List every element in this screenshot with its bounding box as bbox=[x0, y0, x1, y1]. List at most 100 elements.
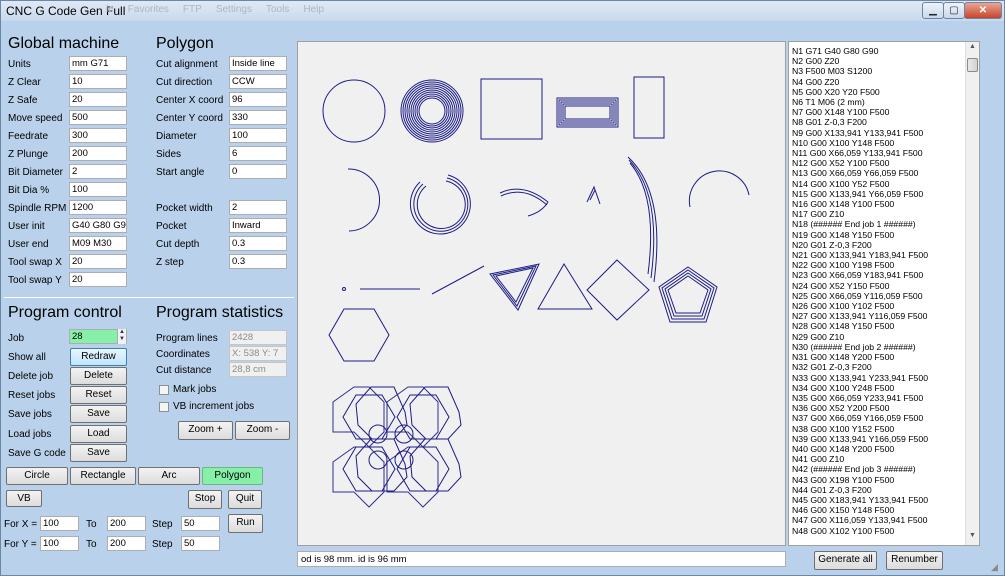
tab-circle[interactable]: Circle bbox=[6, 467, 68, 485]
gcode-line[interactable]: N29 G00 Z10 bbox=[792, 332, 966, 342]
gcode-line[interactable]: N28 G00 X148 Y150 F500 bbox=[792, 321, 966, 331]
scroll-up-icon[interactable]: ▲ bbox=[966, 43, 979, 55]
gcode-line[interactable]: N39 G00 X133,941 Y166,059 F500 bbox=[792, 434, 966, 444]
z-plunge-field[interactable]: 200 bbox=[69, 146, 127, 161]
menu-item[interactable]: le bbox=[106, 4, 114, 15]
tab-rectangle[interactable]: Rectangle bbox=[70, 467, 136, 485]
for-x-from-field[interactable]: 100 bbox=[40, 516, 79, 531]
z-safe-field[interactable]: 20 bbox=[69, 92, 127, 107]
gcode-line[interactable]: N46 G00 X150 Y148 F500 bbox=[792, 505, 966, 515]
gcode-line[interactable]: N23 G00 X66,059 Y183,941 F500 bbox=[792, 270, 966, 280]
gcode-listbox[interactable]: N1 G71 G40 G80 G90 N2 G00 Z20 N3 F500 M03 … bbox=[788, 41, 980, 546]
quit-button[interactable]: Quit bbox=[228, 490, 262, 509]
vb-button[interactable]: VB bbox=[6, 490, 42, 507]
gcode-line[interactable]: N35 G00 X66,059 Y233,941 F500 bbox=[792, 393, 966, 403]
tab-arc[interactable]: Arc bbox=[138, 467, 200, 485]
gcode-line[interactable]: N27 G00 X133,941 Y116,059 F500 bbox=[792, 311, 966, 321]
feedrate-field[interactable]: 300 bbox=[69, 128, 127, 143]
gcode-line[interactable]: N34 G00 X100 Y248 F500 bbox=[792, 383, 966, 393]
sides-field[interactable]: 6 bbox=[229, 146, 287, 161]
close-button[interactable]: ✕ bbox=[964, 2, 1002, 19]
minimize-button[interactable]: ▁ bbox=[922, 2, 944, 19]
gcode-line[interactable]: N8 G01 Z-0,3 F200 bbox=[792, 117, 966, 127]
tool-swap-y-field[interactable]: 20 bbox=[69, 272, 127, 287]
menu-item[interactable]: Settings bbox=[216, 4, 252, 15]
stop-button[interactable]: Stop bbox=[188, 490, 222, 509]
gcode-line[interactable]: N32 G01 Z-0,3 F200 bbox=[792, 362, 966, 372]
gcode-line[interactable]: N48 G00 X102 Y100 F500 bbox=[792, 526, 966, 536]
status-field[interactable]: od is 98 mm. id is 96 mm bbox=[297, 551, 786, 567]
gcode-line[interactable]: N30 (###### End job 2 ######) bbox=[792, 342, 966, 352]
gcode-line[interactable]: N3 F500 M03 S1200 bbox=[792, 66, 966, 76]
cut-depth-field[interactable]: 0.3 bbox=[229, 236, 287, 251]
user-init-field[interactable]: G40 G80 G90 bbox=[69, 218, 127, 233]
cut-alignment-field[interactable]: Inside line bbox=[229, 56, 287, 71]
pocket-width-field[interactable]: 2 bbox=[229, 200, 287, 215]
gcode-line[interactable]: N41 G00 Z10 bbox=[792, 454, 966, 464]
gcode-line[interactable]: N37 G00 X66,059 Y166,059 F500 bbox=[792, 413, 966, 423]
scroll-thumb[interactable] bbox=[967, 58, 978, 72]
gcode-line[interactable]: N17 G00 Z10 bbox=[792, 209, 966, 219]
gcode-line[interactable]: N26 G00 X100 Y102 F500 bbox=[792, 301, 966, 311]
gcode-line[interactable]: N20 G01 Z-0,3 F200 bbox=[792, 240, 966, 250]
gcode-scrollbar[interactable]: ▲ ▼ bbox=[965, 42, 979, 545]
gcode-line[interactable]: N18 (###### End job 1 ######) bbox=[792, 219, 966, 229]
move-speed-field[interactable]: 500 bbox=[69, 110, 127, 125]
run-button[interactable]: Run bbox=[228, 514, 263, 533]
gcode-line[interactable]: N44 G01 Z-0,3 F200 bbox=[792, 485, 966, 495]
cut-direction-field[interactable]: CCW bbox=[229, 74, 287, 89]
job-stepper-arrows[interactable]: ▲ ▼ bbox=[117, 329, 126, 344]
zoom-in-button[interactable]: Zoom + bbox=[178, 421, 233, 440]
gcode-line[interactable]: N11 G00 X66,059 Y133,941 F500 bbox=[792, 148, 966, 158]
gcode-line[interactable]: N36 G00 X52 Y200 F500 bbox=[792, 403, 966, 413]
gcode-line[interactable]: N10 G00 X100 Y148 F500 bbox=[792, 138, 966, 148]
gcode-line[interactable]: N25 G00 X66,059 Y116,059 F500 bbox=[792, 291, 966, 301]
menu-item[interactable]: Favorites bbox=[128, 4, 169, 15]
mark-jobs-checkbox[interactable] bbox=[159, 385, 169, 395]
drawing-canvas[interactable] bbox=[297, 41, 786, 546]
for-y-step-field[interactable]: 50 bbox=[181, 536, 220, 551]
user-end-field[interactable]: M09 M30 bbox=[69, 236, 127, 251]
gcode-line[interactable]: N38 G00 X100 Y152 F500 bbox=[792, 424, 966, 434]
center-x-field[interactable]: 96 bbox=[229, 92, 287, 107]
for-x-to-field[interactable]: 200 bbox=[107, 516, 146, 531]
gcode-line[interactable]: N40 G00 X148 Y200 F500 bbox=[792, 444, 966, 454]
gcode-line[interactable]: N15 G00 X133,941 Y66,059 F500 bbox=[792, 189, 966, 199]
gcode-line[interactable]: N13 G00 X66,059 Y66,059 F500 bbox=[792, 168, 966, 178]
gcode-line[interactable]: N2 G00 Z20 bbox=[792, 56, 966, 66]
gcode-line[interactable]: N42 (###### End job 3 ######) bbox=[792, 464, 966, 474]
menu-item[interactable]: FTP bbox=[183, 4, 202, 15]
bit-dia-percent-field[interactable]: 100 bbox=[69, 182, 127, 197]
load-button[interactable]: Load bbox=[70, 425, 127, 443]
maximize-button[interactable]: ▢ bbox=[943, 2, 965, 19]
gcode-line[interactable]: N24 G00 X52 Y150 F500 bbox=[792, 281, 966, 291]
reset-button[interactable]: Reset bbox=[70, 386, 127, 404]
bit-diameter-field[interactable]: 2 bbox=[69, 164, 127, 179]
gcode-line[interactable]: N21 G00 X133,941 Y183,941 F500 bbox=[792, 250, 966, 260]
pocket-field[interactable]: Inward bbox=[229, 218, 287, 233]
gcode-line[interactable]: N6 T1 M06 (2 mm) bbox=[792, 97, 966, 107]
renumber-button[interactable]: Renumber bbox=[886, 551, 943, 570]
center-y-field[interactable]: 330 bbox=[229, 110, 287, 125]
gcode-line[interactable]: N16 G00 X148 Y100 F500 bbox=[792, 199, 966, 209]
gcode-line[interactable]: N47 G00 X116,059 Y133,941 F500 bbox=[792, 515, 966, 525]
menu-item[interactable]: Help bbox=[303, 4, 324, 15]
for-y-from-field[interactable]: 100 bbox=[40, 536, 79, 551]
gcode-line[interactable]: N9 G00 X133,941 Y133,941 F500 bbox=[792, 128, 966, 138]
gcode-line[interactable]: N33 G00 X133,941 Y233,941 F500 bbox=[792, 373, 966, 383]
gcode-line[interactable]: N45 G00 X183,941 Y133,941 F500 bbox=[792, 495, 966, 505]
spindle-rpm-field[interactable]: 1200 bbox=[69, 200, 127, 215]
diameter-field[interactable]: 100 bbox=[229, 128, 287, 143]
gcode-line[interactable]: N5 G00 X20 Y20 F500 bbox=[792, 87, 966, 97]
redraw-button[interactable]: Redraw bbox=[70, 348, 127, 366]
gcode-line[interactable]: N1 G71 G40 G80 G90 bbox=[792, 46, 966, 56]
zoom-out-button[interactable]: Zoom - bbox=[235, 421, 290, 440]
generate-all-button[interactable]: Generate all bbox=[814, 551, 877, 570]
gcode-line[interactable]: N4 G00 Z20 bbox=[792, 77, 966, 87]
save-jobs-button[interactable]: Save bbox=[70, 405, 127, 423]
size-grip-icon[interactable]: ◢ bbox=[991, 562, 998, 573]
vb-increment-checkbox[interactable] bbox=[159, 402, 169, 412]
save-gcode-button[interactable]: Save bbox=[70, 444, 127, 462]
for-x-step-field[interactable]: 50 bbox=[181, 516, 220, 531]
menu-item[interactable]: Tools bbox=[266, 4, 289, 15]
